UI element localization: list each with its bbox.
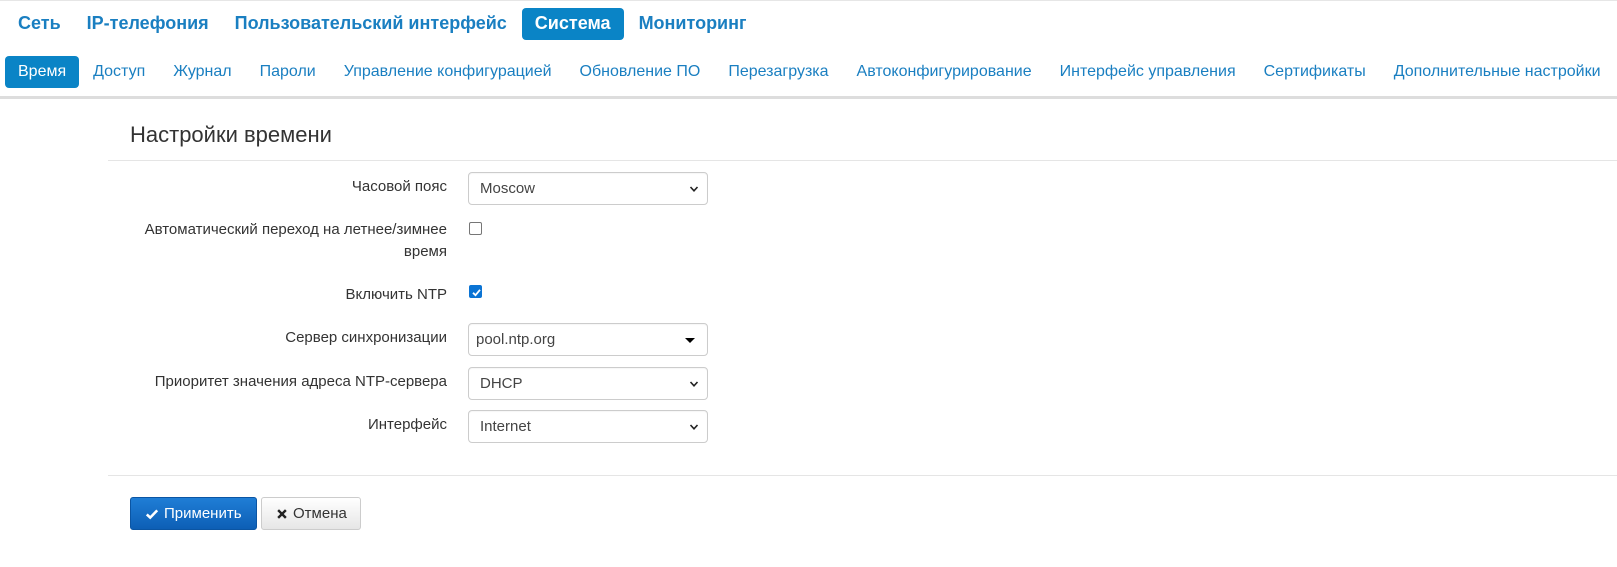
top-border (0, 0, 1617, 1)
ntp-priority-label: Приоритет значения адреса NTP-сервера (154, 373, 447, 390)
checkmark-icon (472, 289, 481, 297)
topnav-item-system[interactable]: Система (521, 8, 624, 40)
form-footer-divider (108, 475, 1617, 476)
close-icon (277, 508, 287, 519)
title-divider (108, 160, 1617, 161)
apply-button-label: Применить (164, 505, 242, 522)
apply-button[interactable]: Применить (130, 497, 257, 530)
chevron-down-icon (689, 186, 699, 192)
tab-management-interface[interactable]: Интерфейс управления (1046, 56, 1250, 88)
ntp-checkbox[interactable] (469, 285, 482, 298)
interface-select[interactable]: Internet (468, 410, 708, 443)
chevron-down-icon (689, 381, 699, 387)
interface-label: Интерфейс (367, 416, 447, 433)
tab-passwords[interactable]: Пароли (246, 56, 330, 88)
checkmark-icon (145, 508, 159, 519)
top-nav: Сеть IP-телефония Пользовательский интер… (5, 8, 760, 40)
tab-access[interactable]: Доступ (79, 56, 159, 88)
topnav-item-network[interactable]: Сеть (5, 8, 74, 40)
page-title: Настройки времени (130, 122, 332, 147)
dst-label-line2: время (403, 243, 447, 260)
dst-label-line1: Автоматический переход на летнее/зимнее (144, 221, 447, 238)
tab-advanced-settings[interactable]: Дополнительные настройки (1380, 56, 1615, 88)
sub-nav: Время Доступ Журнал Пароли Управление ко… (5, 56, 1615, 88)
topnav-item-ip-telephony[interactable]: IP-телефония (74, 8, 222, 40)
tab-log[interactable]: Журнал (159, 56, 245, 88)
timezone-value: Moscow (480, 180, 536, 197)
cancel-button-label: Отмена (293, 505, 347, 522)
chevron-down-icon (689, 424, 699, 430)
timezone-select[interactable]: Moscow (468, 172, 708, 205)
tab-time[interactable]: Время (5, 56, 80, 88)
subnav-divider (0, 96, 1617, 99)
timezone-label: Часовой пояс (351, 178, 447, 195)
dst-checkbox[interactable] (469, 222, 482, 235)
tab-certificates[interactable]: Сертификаты (1250, 56, 1380, 88)
dst-label: Автоматический переход на летнее/зимнее … (127, 219, 447, 263)
sync-server-label: Сервер синхронизации (285, 329, 447, 346)
ntp-priority-select[interactable]: DHCP (468, 367, 708, 400)
sync-server-combobox[interactable]: pool.ntp.org (468, 323, 708, 356)
caret-down-icon[interactable] (685, 338, 695, 343)
tab-reboot[interactable]: Перезагрузка (714, 56, 842, 88)
tab-autoconfiguration[interactable]: Автоконфигурирование (843, 56, 1046, 88)
sync-server-value: pool.ntp.org (476, 331, 556, 348)
tab-config-management[interactable]: Управление конфигурацией (330, 56, 566, 88)
ntp-priority-value: DHCP (480, 375, 523, 392)
topnav-item-user-interface[interactable]: Пользовательский интерфейс (222, 8, 520, 40)
ntp-label: Включить NTP (345, 286, 447, 303)
cancel-button[interactable]: Отмена (261, 497, 361, 530)
topnav-item-monitoring[interactable]: Мониторинг (626, 8, 760, 40)
interface-value: Internet (480, 418, 531, 435)
tab-firmware-update[interactable]: Обновление ПО (566, 56, 715, 88)
